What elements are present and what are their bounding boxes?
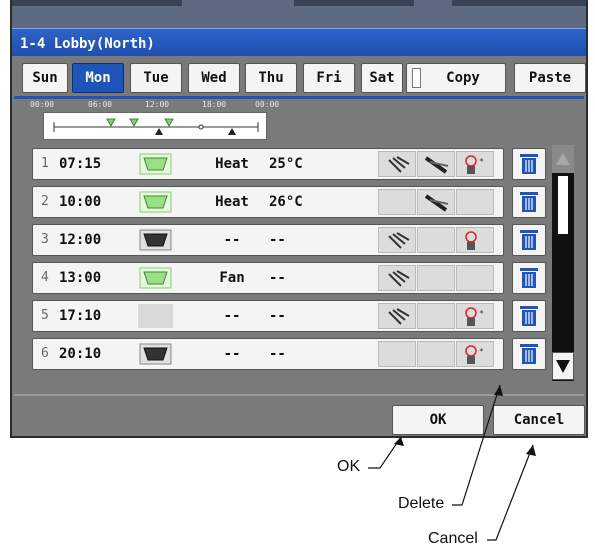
callout-lines [368,384,536,541]
callout-delete-label: Delete [398,495,445,512]
callout-cancel-label: Cancel [428,530,478,546]
callout-ok-label: OK [337,458,361,475]
